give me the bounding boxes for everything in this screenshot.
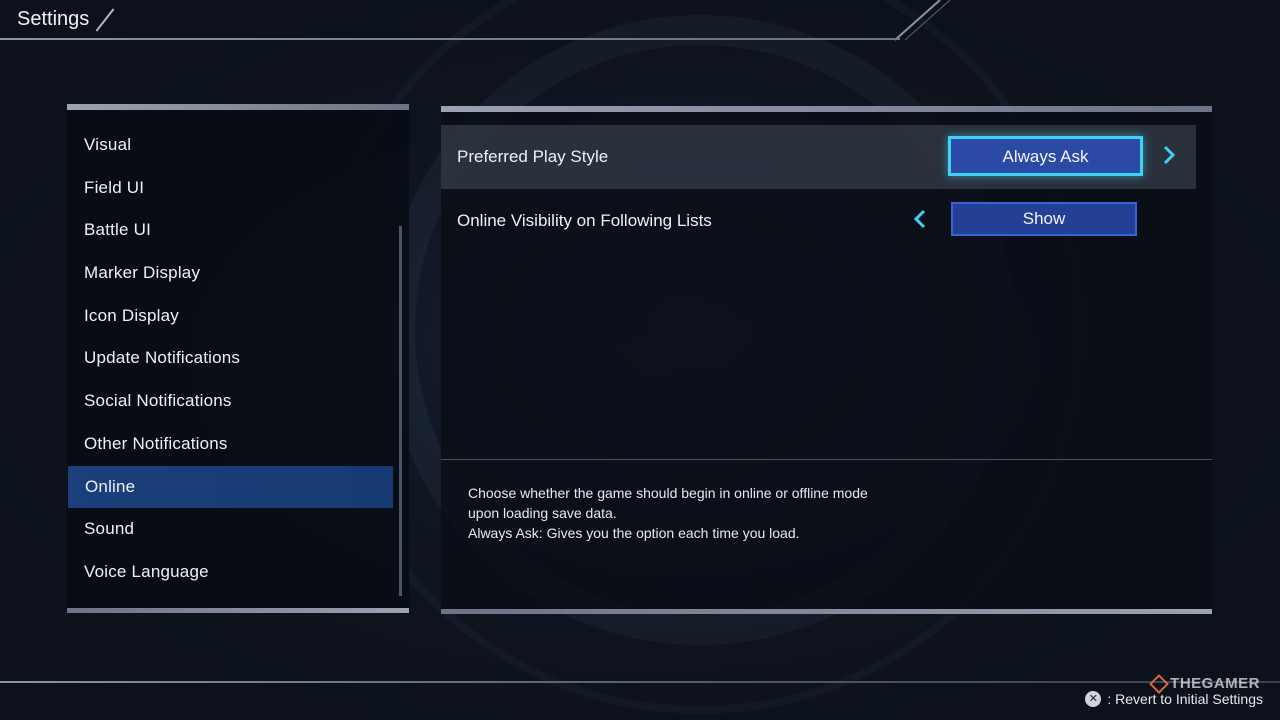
description-line: Always Ask: Gives you the option each ti…: [468, 525, 800, 541]
chevron-left-icon[interactable]: [908, 207, 932, 231]
panel-top-border: [67, 104, 409, 110]
options-panel: Preferred Play Style Always Ask Online V…: [441, 106, 1212, 614]
sidebar-item-label: Update Notifications: [84, 348, 241, 368]
page-title: Settings: [17, 8, 90, 30]
sidebar-item-label: Online: [85, 476, 136, 496]
description-line: Choose whether the game should begin in …: [468, 485, 868, 501]
header-bar: Settings: [0, 0, 1280, 44]
header-underline: [0, 38, 900, 40]
sidebar-item-social-notifications[interactable]: Social Notifications: [67, 380, 393, 423]
footer-line: [0, 681, 1280, 683]
option-description: Choose whether the game should begin in …: [468, 483, 948, 543]
sidebar-item-label: Field UI: [84, 177, 145, 197]
sidebar-item-battle-ui[interactable]: Battle UI: [67, 209, 393, 252]
sidebar-item-sound[interactable]: Sound: [67, 508, 393, 551]
sidebar-item-label: Icon Display: [84, 305, 179, 325]
sidebar-item-visual[interactable]: Visual: [67, 124, 393, 167]
watermark-logo: THEGAMER: [1149, 673, 1260, 694]
option-row-online-visibility[interactable]: Online Visibility on Following Lists Sho…: [441, 189, 1196, 253]
sidebar-item-label: Visual: [84, 135, 132, 154]
category-list: Visual Field UI Battle UI Marker Display…: [67, 124, 393, 594]
option-label: Preferred Play Style: [457, 147, 609, 166]
sidebar-item-voice-language[interactable]: Voice Language: [67, 551, 393, 594]
panel-bottom-border: [441, 609, 1212, 614]
description-divider: [441, 459, 1212, 460]
description-line: upon loading save data.: [468, 505, 617, 521]
category-panel: Visual Field UI Battle UI Marker Display…: [67, 104, 409, 613]
panel-top-border: [441, 106, 1212, 112]
sidebar-item-online[interactable]: Online: [68, 465, 393, 509]
panel-bottom-border: [67, 608, 409, 613]
option-row-preferred-play-style[interactable]: Preferred Play Style Always Ask: [441, 125, 1196, 189]
sidebar-item-label: Battle UI: [84, 220, 151, 240]
chevron-right-icon[interactable]: [1157, 143, 1181, 167]
sidebar-item-other-notifications[interactable]: Other Notifications: [67, 423, 393, 466]
option-label: Online Visibility on Following Lists: [457, 211, 712, 230]
sidebar-item-field-ui[interactable]: Field UI: [67, 167, 393, 210]
revert-hint-label: : Revert to Initial Settings: [1107, 691, 1263, 707]
sidebar-item-marker-display[interactable]: Marker Display: [67, 252, 393, 295]
category-scrollbar[interactable]: [399, 226, 402, 596]
option-value-selector[interactable]: Always Ask: [948, 136, 1143, 176]
header-slash-divider: [95, 8, 115, 32]
option-value-selector[interactable]: Show: [951, 202, 1137, 236]
sidebar-item-label: Sound: [84, 519, 135, 539]
cross-button-icon: ✕: [1085, 691, 1102, 707]
sidebar-item-label: Marker Display: [84, 263, 201, 283]
sidebar-item-label: Social Notifications: [84, 391, 232, 411]
sidebar-item-update-notifications[interactable]: Update Notifications: [67, 337, 393, 380]
sidebar-item-label: Voice Language: [84, 561, 209, 581]
revert-hint[interactable]: ✕ : Revert to Initial Settings: [1085, 691, 1263, 707]
sidebar-item-icon-display[interactable]: Icon Display: [67, 295, 393, 338]
sidebar-item-label: Other Notifications: [84, 433, 228, 453]
watermark-text: THEGAMER: [1170, 675, 1260, 692]
